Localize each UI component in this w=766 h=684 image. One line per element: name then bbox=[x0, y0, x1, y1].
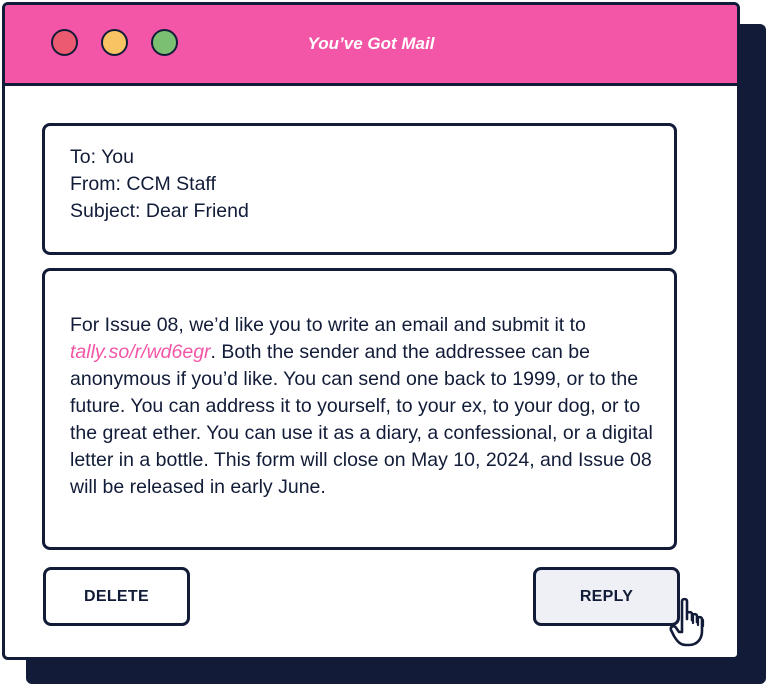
email-body-text-start: For Issue 08, we’d like you to write an … bbox=[70, 314, 586, 336]
mail-illustration: You’ve Got Mail To: You From: CCM Staff … bbox=[0, 0, 766, 684]
hand-pointer-icon bbox=[669, 597, 705, 647]
email-from: From: CCM Staff bbox=[70, 173, 216, 195]
email-body-text-end: . Both the sender and the addressee can … bbox=[70, 341, 653, 498]
submission-link[interactable]: tally.so/r/wd6egr bbox=[70, 341, 211, 363]
title-bar[interactable]: You’ve Got Mail bbox=[5, 5, 737, 86]
email-to: To: You bbox=[70, 146, 134, 168]
delete-button[interactable]: DELETE bbox=[43, 567, 190, 626]
email-subject: Subject: Dear Friend bbox=[70, 200, 249, 222]
email-body: For Issue 08, we’d like you to write an … bbox=[42, 268, 677, 550]
reply-button[interactable]: REPLY bbox=[533, 567, 680, 626]
email-header: To: You From: CCM Staff Subject: Dear Fr… bbox=[42, 123, 677, 255]
window-title: You’ve Got Mail bbox=[307, 34, 435, 53]
